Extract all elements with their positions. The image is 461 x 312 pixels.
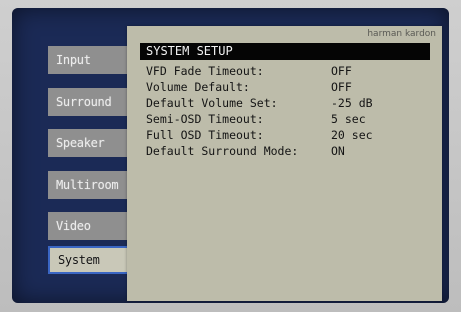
panel-title: SYSTEM SETUP: [140, 43, 430, 60]
setting-label: Volume Default:: [146, 80, 250, 94]
setting-label: Semi-OSD Timeout:: [146, 112, 264, 126]
setting-value: 5 sec: [331, 112, 366, 126]
brand-logo: harman kardon: [367, 29, 436, 39]
osd-screen: Input Surround Speaker Multiroom Video S…: [12, 8, 449, 303]
setting-label: Default Surround Mode:: [146, 144, 299, 158]
menu-item-multiroom[interactable]: Multiroom: [48, 171, 130, 199]
setting-value: 20 sec: [331, 128, 373, 142]
setting-label: Default Volume Set:: [146, 96, 278, 110]
setting-value: ON: [331, 144, 345, 158]
setting-value: OFF: [331, 80, 352, 94]
menu-item-system[interactable]: System: [48, 246, 130, 274]
setting-value: -25 dB: [331, 96, 373, 110]
setting-label: Full OSD Timeout:: [146, 128, 264, 142]
menu-item-input[interactable]: Input: [48, 46, 130, 74]
menu-item-surround[interactable]: Surround: [48, 88, 130, 116]
setting-value: OFF: [331, 64, 352, 78]
system-setup-panel: harman kardon SYSTEM SETUP VFD Fade Time…: [127, 26, 442, 301]
tv-bezel: Input Surround Speaker Multiroom Video S…: [0, 0, 461, 312]
setting-label: VFD Fade Timeout:: [146, 64, 264, 78]
menu-item-video[interactable]: Video: [48, 212, 130, 240]
menu-item-speaker[interactable]: Speaker: [48, 129, 130, 157]
